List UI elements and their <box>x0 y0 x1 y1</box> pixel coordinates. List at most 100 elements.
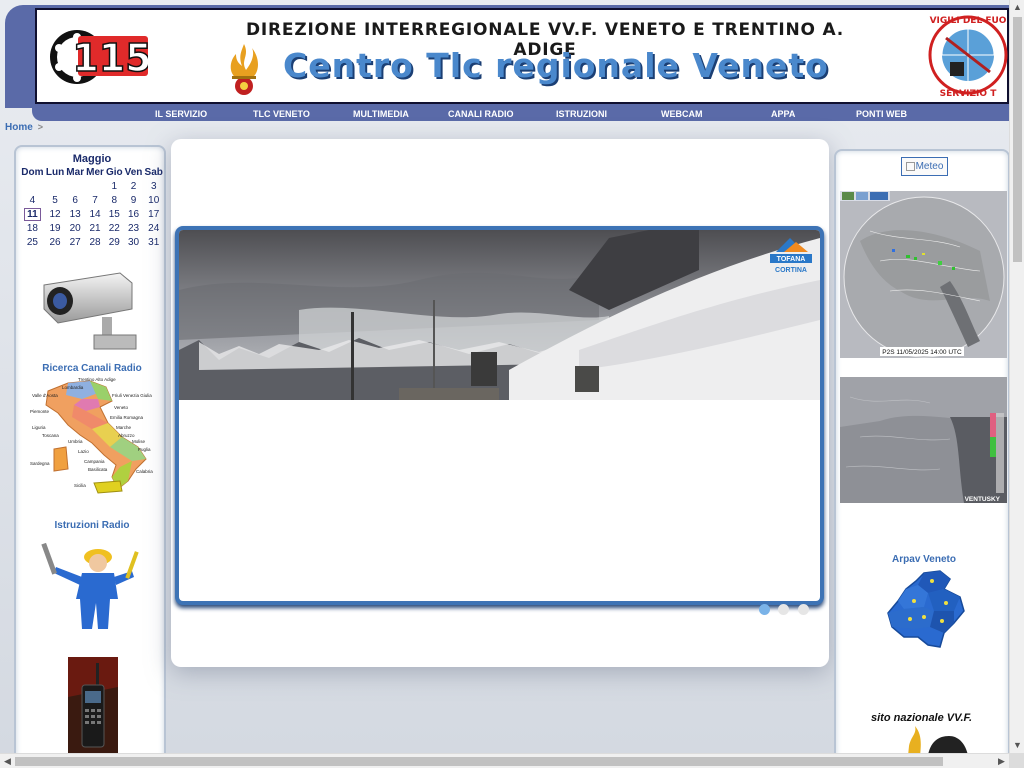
calendar-day[interactable]: 3 <box>143 179 164 193</box>
scroll-down-arrow-icon[interactable]: ▼ <box>1010 738 1024 753</box>
calendar-day[interactable]: 6 <box>65 193 85 207</box>
map-label: Liguria <box>32 425 46 430</box>
calendar-day[interactable]: 19 <box>45 221 65 235</box>
nav-item-istruzioni[interactable]: ISTRUZIONI <box>556 108 607 121</box>
veneto-map-icon[interactable] <box>884 567 968 651</box>
vvf-site-emblem-icon[interactable] <box>891 726 971 753</box>
calendar-day[interactable]: 22 <box>105 221 124 235</box>
map-label: Toscana <box>42 433 59 438</box>
calendar-day[interactable]: 16 <box>124 207 144 221</box>
calendar-day[interactable]: 15 <box>105 207 124 221</box>
logo-115-text: 115 <box>72 36 148 80</box>
calendar-day[interactable]: 26 <box>45 235 65 249</box>
webcam-slider[interactable]: TOFANA CORTINA <box>175 226 824 605</box>
technician-icon[interactable] <box>36 537 146 633</box>
nav-item-appa[interactable]: APPA <box>771 108 795 121</box>
istruzioni-radio-link[interactable]: Istruzioni Radio <box>16 520 168 531</box>
map-label: Marche <box>116 425 132 430</box>
calendar-day[interactable]: 5 <box>45 193 65 207</box>
map-label: Lombardia <box>62 385 84 390</box>
calendar-month: Maggio <box>72 153 112 165</box>
calendar-day[interactable]: 14 <box>85 207 105 221</box>
horizontal-scroll-thumb[interactable] <box>15 757 943 766</box>
calendar-grid: Dom Lun Mar Mer Gio Ven Sab 1 2 3 4 5 6 … <box>20 166 164 249</box>
nav-item-webcam[interactable]: WEBCAM <box>661 108 703 121</box>
calendar-day[interactable]: 1 <box>105 179 124 193</box>
calendar: Maggio Dom Lun Mar Mer Gio Ven Sab 1 2 3… <box>20 153 164 249</box>
webcam-slide-image[interactable]: TOFANA CORTINA <box>179 230 820 400</box>
vvf-national-site-link[interactable]: sito nazionale VV.F. <box>871 712 972 724</box>
nav-item-il-servizio[interactable]: IL SERVIZIO <box>155 108 207 121</box>
slider-dot-3[interactable] <box>797 604 809 615</box>
calendar-day[interactable]: 28 <box>85 235 105 249</box>
calendar-day <box>65 179 85 193</box>
calendar-day-today[interactable]: 11 <box>20 207 45 221</box>
radio-handset-icon[interactable] <box>68 657 118 753</box>
calendar-day[interactable]: 31 <box>143 235 164 249</box>
calendar-day[interactable]: 21 <box>85 221 105 235</box>
scroll-left-arrow-icon[interactable]: ◀ <box>0 754 15 768</box>
map-label: Trentino Alto Adige <box>78 377 116 382</box>
calendar-day[interactable]: 13 <box>65 207 85 221</box>
map-label: Calabria <box>136 469 153 474</box>
calendar-day[interactable]: 9 <box>124 193 144 207</box>
calendar-day[interactable]: 20 <box>65 221 85 235</box>
breadcrumb-home-link[interactable]: Home <box>5 122 33 133</box>
horizontal-scrollbar[interactable]: ◀ ▶ <box>0 753 1009 768</box>
slider-dot-1[interactable] <box>759 604 770 615</box>
map-label: Veneto <box>114 405 129 410</box>
slider-dot-2[interactable] <box>778 604 790 615</box>
calendar-day[interactable]: 12 <box>45 207 65 221</box>
nav-item-ponti-web[interactable]: PONTI WEB <box>856 108 907 121</box>
nav-item-multimedia[interactable]: MULTIMEDIA <box>353 108 409 121</box>
calendar-day[interactable]: 30 <box>124 235 144 249</box>
nav-item-canali-radio[interactable]: CANALI RADIO <box>448 108 514 121</box>
calendar-day[interactable]: 18 <box>20 221 45 235</box>
vertical-scroll-thumb[interactable] <box>1013 17 1022 262</box>
map-label: Campania <box>84 459 105 464</box>
calendar-day[interactable]: 8 <box>105 193 124 207</box>
ricerca-canali-radio-link[interactable]: Ricerca Canali Radio <box>16 363 168 374</box>
meteo-label: Meteo <box>915 161 944 172</box>
calendar-day[interactable]: 23 <box>124 221 144 235</box>
slider-pagination <box>759 602 813 620</box>
calendar-day[interactable]: 4 <box>20 193 45 207</box>
weekday-header: Mer <box>86 167 104 178</box>
fire-emblem-icon <box>230 44 258 95</box>
italy-regions-map[interactable]: Trentino Alto Adige Lombardia Valle d'Ao… <box>28 377 156 495</box>
calendar-day <box>85 179 105 193</box>
arpav-veneto-link[interactable]: Arpav Veneto <box>836 554 1009 565</box>
logo-115-icon[interactable]: 115 <box>48 28 148 86</box>
map-label: Abruzzo <box>118 433 135 438</box>
map-label: Piemonte <box>30 409 50 414</box>
calendar-day[interactable]: 24 <box>143 221 164 235</box>
scrollbar-corner <box>1009 753 1024 768</box>
calendar-day[interactable]: 10 <box>143 193 164 207</box>
map-label: Friuli Venezia Giulia <box>112 393 152 398</box>
weekday-header: Ven <box>124 167 143 178</box>
webcam-camera-icon[interactable] <box>40 269 140 353</box>
calendar-day[interactable]: 17 <box>143 207 164 221</box>
nav-item-tlc-veneto[interactable]: TLC VENETO <box>253 108 310 121</box>
ventusky-map-image[interactable]: VENTUSKY <box>840 377 1007 503</box>
map-label: Lazio <box>78 449 89 454</box>
scroll-right-arrow-icon[interactable]: ▶ <box>994 754 1009 768</box>
calendar-day[interactable]: 25 <box>20 235 45 249</box>
svg-text:VIGILI DEL FUO: VIGILI DEL FUO <box>930 16 1007 26</box>
map-label: Sicilia <box>74 483 86 488</box>
weekday-header: Dom <box>21 167 44 178</box>
map-label: Molise <box>132 439 146 444</box>
right-sidebar: Meteo P2S 11/05/2025 14:00 UTC VENTUSKY <box>834 149 1009 753</box>
badge-line1: TOFANA <box>777 256 806 263</box>
meteo-link[interactable]: Meteo <box>901 157 948 176</box>
calendar-day[interactable]: 2 <box>124 179 144 193</box>
calendar-day[interactable]: 29 <box>105 235 124 249</box>
calendar-day[interactable]: 27 <box>65 235 85 249</box>
weekday-header: Mar <box>66 167 85 178</box>
vvf-seal-icon[interactable]: VIGILI DEL FUO SERVIZIO T <box>928 10 1008 100</box>
calendar-day[interactable]: 7 <box>85 193 105 207</box>
scroll-up-arrow-icon[interactable]: ▲ <box>1010 0 1024 15</box>
radar-map-image[interactable]: P2S 11/05/2025 14:00 UTC <box>840 191 1007 358</box>
map-label: Emilia Romagna <box>110 415 144 420</box>
vertical-scrollbar[interactable]: ▲ ▼ <box>1009 0 1024 753</box>
